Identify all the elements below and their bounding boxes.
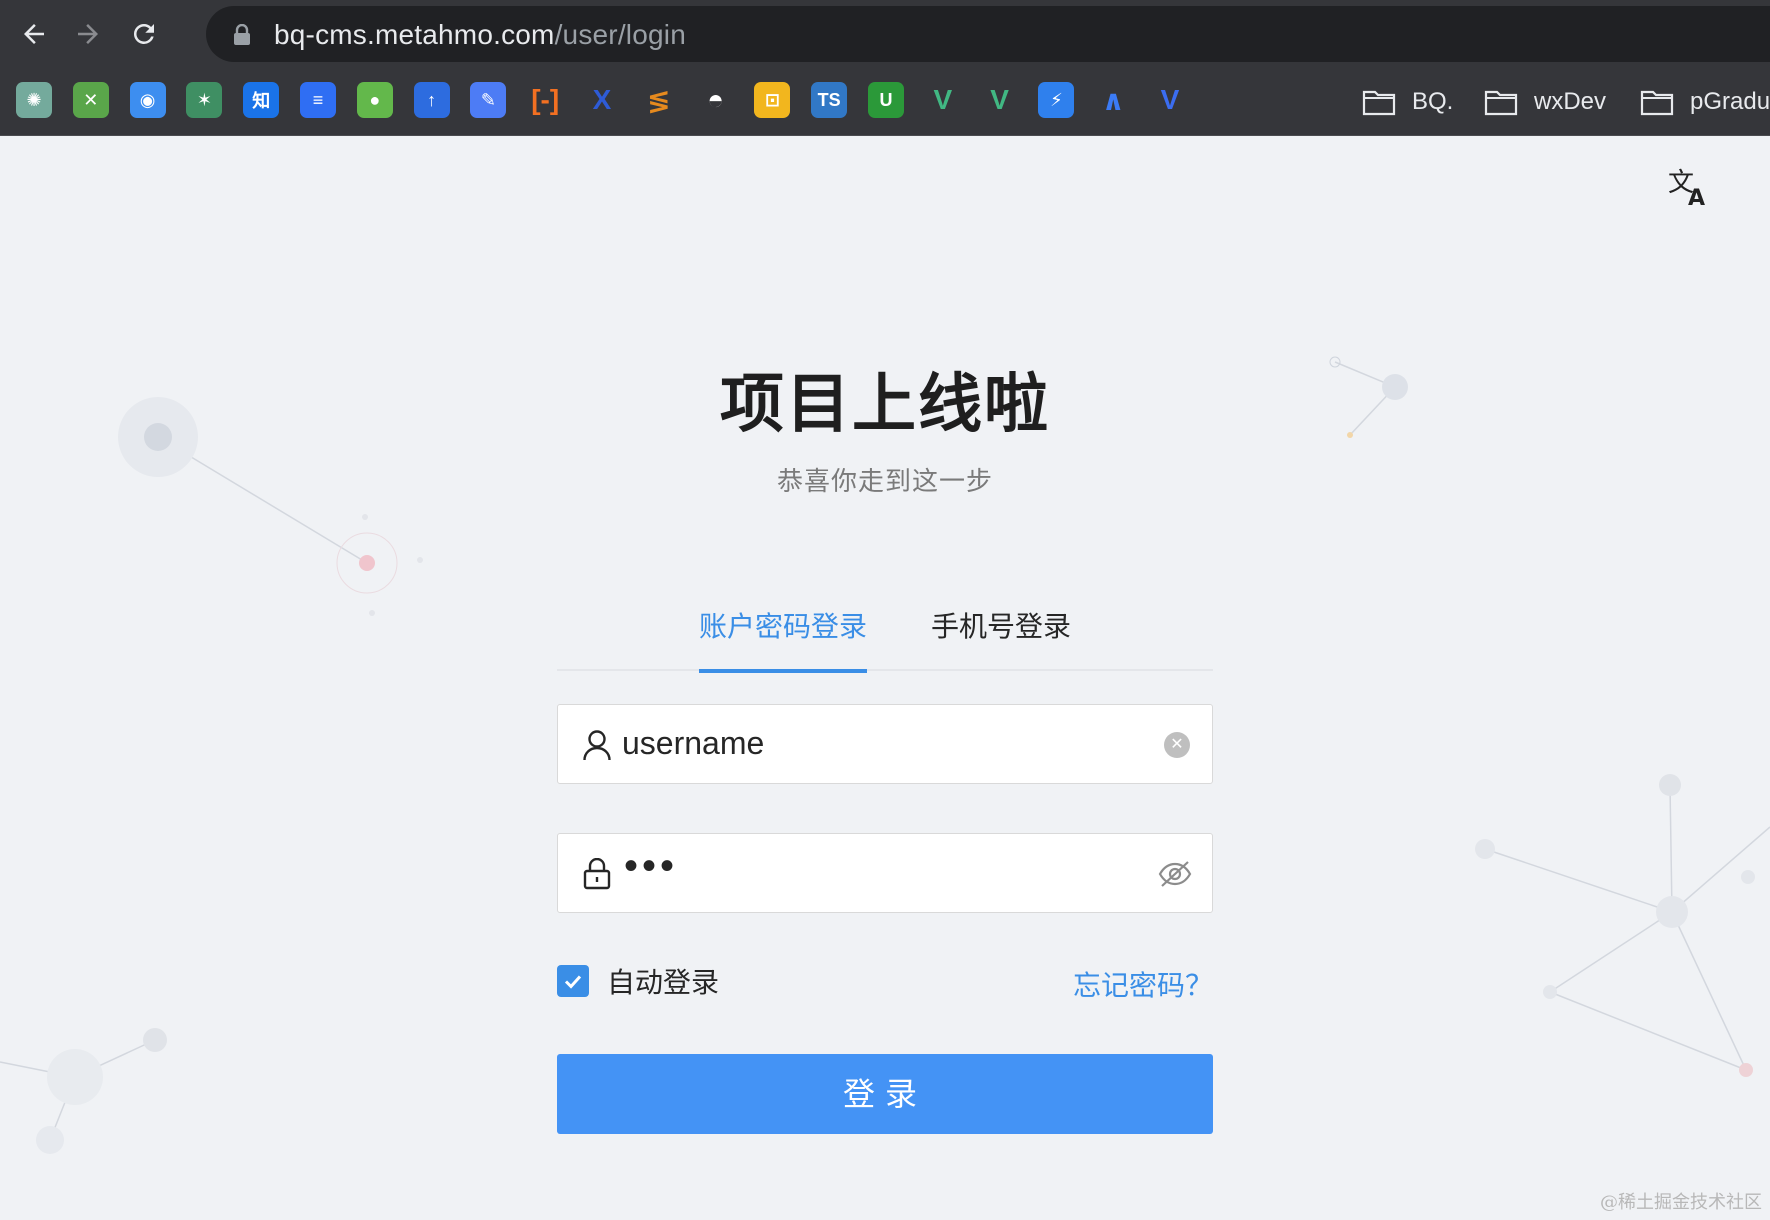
github-icon[interactable]: ◓ [698, 82, 734, 118]
chatgpt-icon[interactable]: ✺ [16, 82, 52, 118]
folder-icon [1362, 90, 1396, 116]
page-title: 项目上线啦 [720, 368, 1050, 440]
forward-button[interactable] [66, 12, 110, 56]
uni-icon[interactable]: U [868, 82, 904, 118]
tab-account-password[interactable]: 账户密码登录 [699, 597, 867, 673]
vue-icon[interactable]: V [925, 82, 961, 118]
url-text: bq-cms.metahmo.com/user/login [274, 19, 686, 51]
lock-icon [583, 858, 611, 890]
remember-label: 自动登录 [607, 967, 720, 998]
figma-like-icon[interactable]: ⊡ [754, 82, 791, 118]
arc-icon[interactable]: ∧ [1095, 82, 1131, 118]
bookmark-folder-label: BQ. [1412, 88, 1454, 115]
password-mask: ••• [624, 844, 679, 888]
login-page: 文 A 项目上线啦 恭喜你走到这一步 账户密码登录 手机号登录 username… [0, 137, 1770, 1220]
bolt-icon[interactable]: ⚡ [1038, 82, 1075, 118]
arrow-right-icon [78, 24, 98, 44]
edit-icon[interactable]: ✎ [470, 82, 507, 118]
zhihu-icon[interactable]: 知 [243, 82, 280, 118]
bookmark-folder-label: wxDev [1534, 88, 1607, 115]
bookmark-folder[interactable]: BQ. [1362, 82, 1453, 122]
vitest-icon[interactable]: V [1152, 82, 1188, 118]
tools-icon[interactable]: ✕ [72, 82, 109, 118]
docs-icon[interactable]: ≡ [300, 82, 336, 118]
remember-checkbox[interactable] [557, 965, 589, 997]
lock-icon [234, 24, 250, 45]
address-bar[interactable]: bq-cms.metahmo.com/user/login [206, 6, 1770, 62]
x-logo-icon[interactable]: X [584, 82, 620, 118]
url-host: bq-cms.metahmo.com [274, 19, 555, 50]
green-circle-icon[interactable]: ● [356, 82, 393, 118]
page-subtitle: 恭喜你走到这一步 [776, 466, 993, 496]
check-icon [564, 975, 582, 989]
stack-icon[interactable]: ≶ [641, 82, 677, 118]
reload-button[interactable] [122, 12, 166, 56]
browser-toolbar: bq-cms.metahmo.com/user/login [0, 0, 1770, 68]
folder-icon [1640, 90, 1674, 116]
bookmark-folder[interactable]: pGradu [1640, 82, 1770, 122]
svg-text:A: A [1688, 186, 1705, 209]
login-tabs: 账户密码登录 手机号登录 [557, 597, 1213, 673]
username-field[interactable]: username ✕ [557, 704, 1213, 784]
folder-icon [1484, 90, 1518, 116]
translate-icon[interactable]: 文 A [1668, 165, 1712, 209]
eye-invisible-icon[interactable] [1158, 858, 1192, 890]
clear-icon[interactable]: ✕ [1164, 732, 1190, 758]
reload-icon [133, 23, 154, 44]
arrow-logo-icon[interactable]: ↑ [413, 82, 450, 118]
bookmark-folder-label: pGradu [1690, 88, 1770, 115]
bookmark-folder[interactable]: wxDev [1484, 82, 1606, 122]
url-path: /user/login [554, 19, 686, 50]
user-icon [583, 730, 611, 761]
arrow-left-icon [24, 24, 44, 44]
password-field[interactable]: ••• [557, 833, 1213, 913]
vue-alt-icon[interactable]: V [982, 82, 1018, 118]
watermark: @稀土掘金技术社区 [1600, 1192, 1762, 1213]
remember-me[interactable]: 自动登录 [557, 964, 719, 998]
tab-phone[interactable]: 手机号登录 [931, 597, 1071, 671]
typescript-icon[interactable]: TS [811, 82, 848, 118]
back-button[interactable] [12, 12, 56, 56]
forgot-password-link[interactable]: 忘记密码？ [1073, 964, 1213, 1004]
bookmarks-bar: ✺ ✕ ◉ ✶ 知 ≡ ● ↑ ✎ [-] X ≶ ◓ ⊡ TS U V V ⚡ ∧ V BQ. wxDev pGradu [0, 68, 1770, 136]
login-button[interactable]: 登录 [557, 1054, 1213, 1134]
username-value: username [622, 725, 765, 761]
fan-icon[interactable]: ✶ [186, 82, 223, 118]
alibaba-icon[interactable]: [-] [527, 82, 563, 118]
finder-icon[interactable]: ◉ [129, 82, 166, 118]
